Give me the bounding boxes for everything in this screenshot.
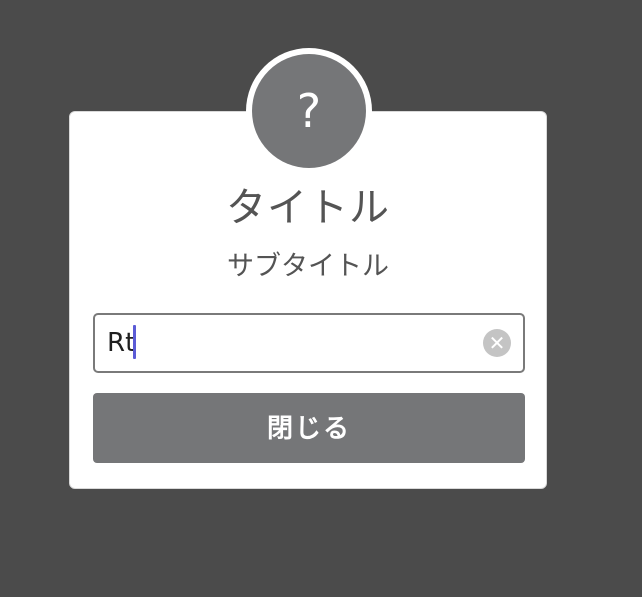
dialog-title: タイトル: [226, 185, 390, 231]
dialog-icon-ring: ?: [246, 48, 372, 174]
dialog-subtitle: サブタイトル: [227, 251, 389, 282]
question-icon: ?: [252, 54, 366, 168]
text-input-container[interactable]: ✕: [93, 313, 525, 373]
text-cursor: [133, 325, 136, 359]
close-button[interactable]: 閉じる: [93, 393, 525, 463]
clear-input-icon[interactable]: ✕: [483, 329, 511, 357]
text-input[interactable]: [95, 315, 475, 371]
